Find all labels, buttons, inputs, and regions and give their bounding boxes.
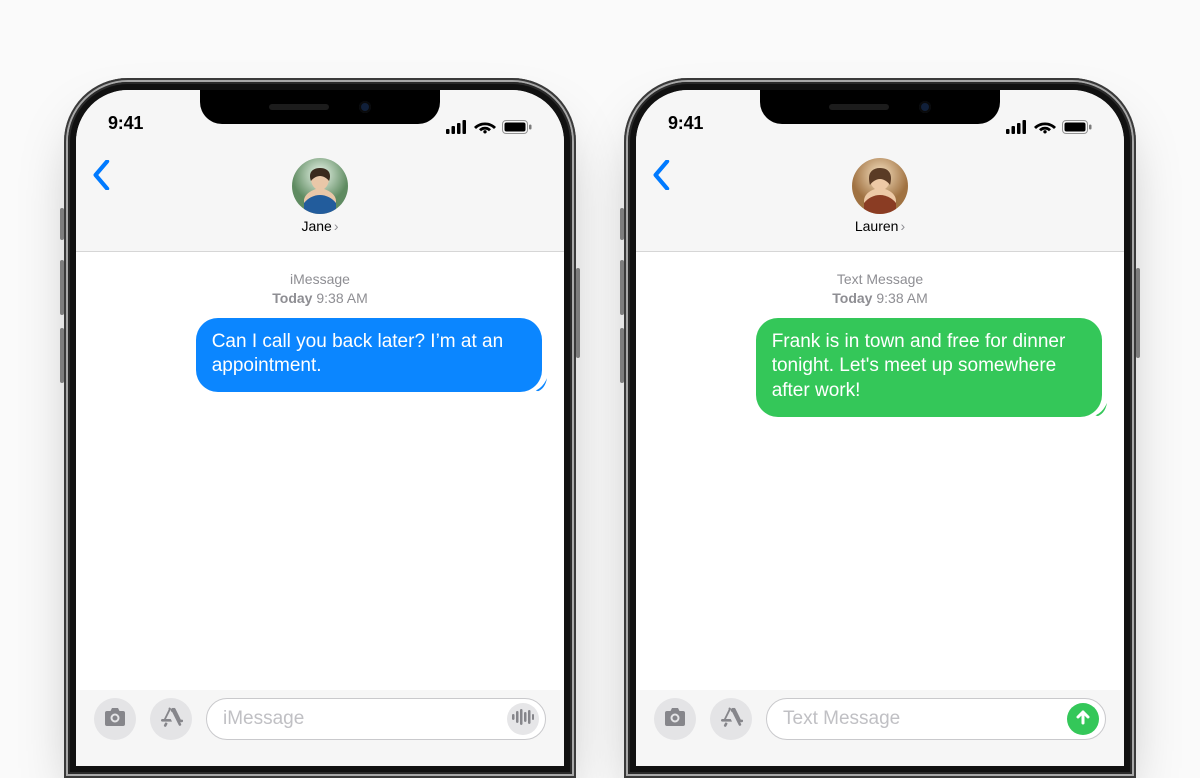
input-placeholder: iMessage [223,708,499,730]
back-button[interactable] [92,160,110,195]
screen: 9:41 [636,90,1124,766]
battery-icon [1062,120,1092,134]
notch [760,90,1000,124]
sent-message-bubble[interactable]: Can I call you back later? I’m at an app… [196,318,542,392]
speaker-grille [829,104,889,110]
compose-bar: Text Message [636,690,1124,766]
wifi-icon [474,119,496,134]
camera-icon [103,705,127,734]
waveform-icon [512,709,534,730]
contact-name: Jane [301,218,331,234]
wifi-icon [1034,119,1056,134]
arrow-up-icon [1074,708,1092,731]
sent-message-bubble[interactable]: Frank is in town and free for dinner ton… [756,318,1102,417]
back-button[interactable] [652,160,670,195]
side-button[interactable] [576,268,580,358]
camera-button[interactable] [94,698,136,740]
message-text: Frank is in town and free for dinner ton… [772,331,1066,401]
volume-down[interactable] [60,328,64,383]
notch [200,90,440,124]
contact-avatar[interactable] [852,158,908,214]
message-thread[interactable]: Text Message Today 9:38 AM Frank is in t… [636,252,1124,690]
iphone-right-frame: 9:41 [624,78,1136,778]
contact-name-button[interactable]: Jane › [301,218,338,234]
contact-avatar[interactable] [292,158,348,214]
app-store-button[interactable] [150,698,192,740]
audio-record-button[interactable] [507,703,539,735]
app-store-button[interactable] [710,698,752,740]
input-placeholder: Text Message [783,708,1059,730]
compose-bar: iMessage [76,690,564,766]
chevron-right-icon: › [334,218,339,234]
app-store-icon [159,705,183,734]
mute-switch[interactable] [60,208,64,240]
front-camera [919,101,931,113]
app-store-icon [719,705,743,734]
chevron-right-icon: › [900,218,905,234]
message-thread[interactable]: iMessage Today 9:38 AM Can I call you ba… [76,252,564,690]
screen: 9:41 [76,90,564,766]
iphone-left-frame: 9:41 [64,78,576,778]
timestamp-label: iMessage Today 9:38 AM [98,270,542,308]
message-text: Can I call you back later? I’m at an app… [212,331,503,377]
timestamp-label: Text Message Today 9:38 AM [658,270,1102,308]
camera-icon [663,705,687,734]
contact-name-button[interactable]: Lauren › [855,218,905,234]
battery-icon [502,120,532,134]
message-input[interactable]: iMessage [206,698,546,740]
volume-up[interactable] [60,260,64,315]
conversation-header: Lauren › [636,140,1124,252]
cellular-icon [1006,120,1028,134]
camera-button[interactable] [654,698,696,740]
volume-up[interactable] [620,260,624,315]
volume-down[interactable] [620,328,624,383]
send-button[interactable] [1067,703,1099,735]
status-time: 9:41 [668,113,703,134]
cellular-icon [446,120,468,134]
contact-name: Lauren [855,218,899,234]
side-button[interactable] [1136,268,1140,358]
front-camera [359,101,371,113]
mute-switch[interactable] [620,208,624,240]
message-input[interactable]: Text Message [766,698,1106,740]
speaker-grille [269,104,329,110]
conversation-header: Jane › [76,140,564,252]
status-time: 9:41 [108,113,143,134]
